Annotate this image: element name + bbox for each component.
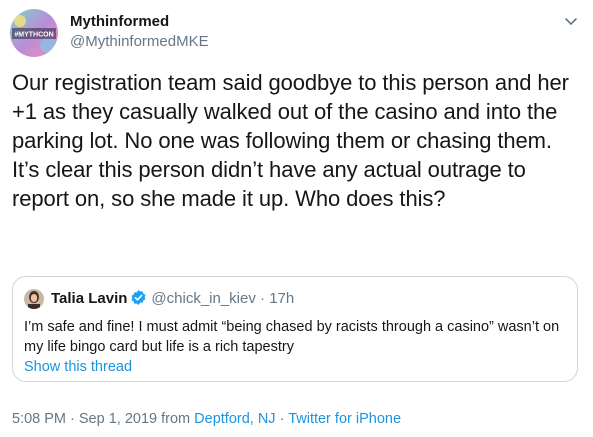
tweet-meta: 5:08 PM · Sep 1, 2019 from Deptford, NJ … (12, 409, 401, 429)
author-avatar[interactable]: #MYTHCON (10, 9, 58, 57)
tweet-card: #MYTHCON Mythinformed @MythinformedMKE O… (0, 0, 593, 437)
author-handle[interactable]: @MythinformedMKE (70, 33, 209, 51)
client-link[interactable]: Twitter for iPhone (288, 411, 401, 427)
quoted-tweet[interactable]: Talia Lavin @chick_in_kiev · 17h I’m safe… (12, 276, 578, 382)
quoted-avatar-image (24, 289, 44, 309)
quoted-header: Talia Lavin @chick_in_kiev · 17h (51, 289, 294, 309)
tweet-timestamp[interactable]: 5:08 PM · Sep 1, 2019 from (12, 411, 194, 427)
verified-badge-icon (130, 289, 147, 306)
quoted-separator: · (255, 290, 270, 307)
quoted-author-avatar[interactable] (24, 289, 44, 309)
quoted-text: I’m safe and fine! I must admit “being c… (24, 319, 560, 355)
author-name[interactable]: Mythinformed (70, 13, 169, 31)
quoted-author-name[interactable]: Talia Lavin (51, 290, 127, 307)
chevron-down-icon[interactable] (563, 13, 579, 29)
tweet-text: Our registration team said goodbye to th… (12, 70, 569, 211)
meta-separator: · (275, 411, 289, 427)
avatar-logo-image: #MYTHCON (10, 9, 58, 57)
quoted-time[interactable]: 17h (269, 290, 294, 307)
quoted-author-handle[interactable]: @chick_in_kiev (151, 290, 255, 307)
show-thread-link[interactable]: Show this thread (24, 357, 132, 377)
location-link[interactable]: Deptford, NJ (194, 411, 275, 427)
svg-text:#MYTHCON: #MYTHCON (14, 32, 53, 39)
